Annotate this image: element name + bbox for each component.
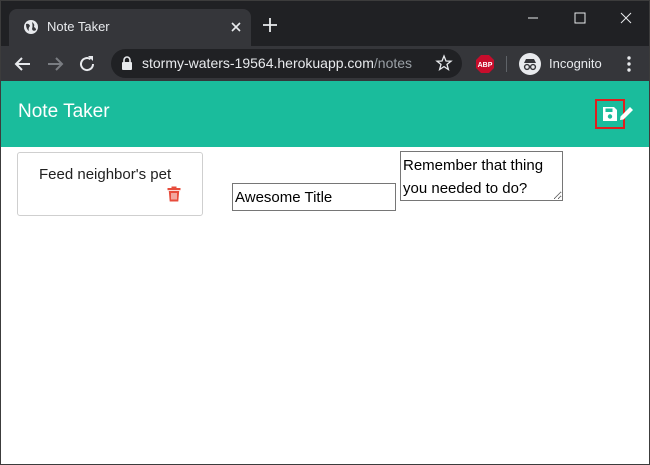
close-icon[interactable]: [227, 18, 245, 36]
abp-label: ABP: [478, 62, 493, 69]
incognito-profile-button[interactable]: Incognito: [516, 50, 610, 78]
browser-toolbar: stormy-waters-19564.herokuapp.com/notes …: [1, 46, 649, 81]
incognito-icon: [519, 53, 541, 75]
browser-window: Note Taker stormy-waters-19564.herokuapp…: [0, 0, 650, 465]
tab-title: Note Taker: [47, 19, 110, 34]
kebab-menu-icon[interactable]: [619, 54, 639, 74]
url-text: stormy-waters-19564.herokuapp.com/notes: [142, 55, 412, 71]
new-tab-button[interactable]: [261, 16, 279, 34]
globe-icon: [24, 20, 38, 34]
tab-note-taker[interactable]: Note Taker: [9, 9, 251, 46]
delete-trash-icon[interactable]: [167, 186, 181, 202]
minimize-button[interactable]: [510, 5, 556, 31]
lock-icon: [122, 56, 132, 70]
reload-button[interactable]: [75, 52, 99, 76]
new-note-pencil-icon[interactable]: [617, 104, 636, 123]
url-path: /notes: [373, 55, 413, 71]
list-item-note-title[interactable]: Feed neighbor's pet: [39, 166, 171, 183]
adblock-extension-icon[interactable]: ABP: [475, 54, 495, 74]
note-title-input[interactable]: [232, 183, 396, 211]
address-bar[interactable]: stormy-waters-19564.herokuapp.com/notes: [111, 49, 462, 78]
app-title[interactable]: Note Taker: [18, 101, 110, 123]
incognito-label: Incognito: [549, 56, 602, 71]
url-host: stormy-waters-19564.herokuapp.com: [142, 55, 374, 71]
toolbar-divider: [506, 56, 507, 72]
saved-notes-list: Feed neighbor's pet: [17, 152, 203, 216]
note-body-textarea[interactable]: Remember that thing you needed to do?: [400, 151, 563, 201]
maximize-button[interactable]: [557, 5, 603, 31]
back-button[interactable]: [11, 52, 35, 76]
window-close-button[interactable]: [603, 5, 649, 31]
save-icon: [603, 107, 617, 121]
tab-strip: Note Taker: [1, 1, 649, 46]
forward-button[interactable]: [43, 52, 67, 76]
bookmark-star-icon[interactable]: [435, 54, 453, 72]
app-navbar: Note Taker: [1, 81, 649, 147]
